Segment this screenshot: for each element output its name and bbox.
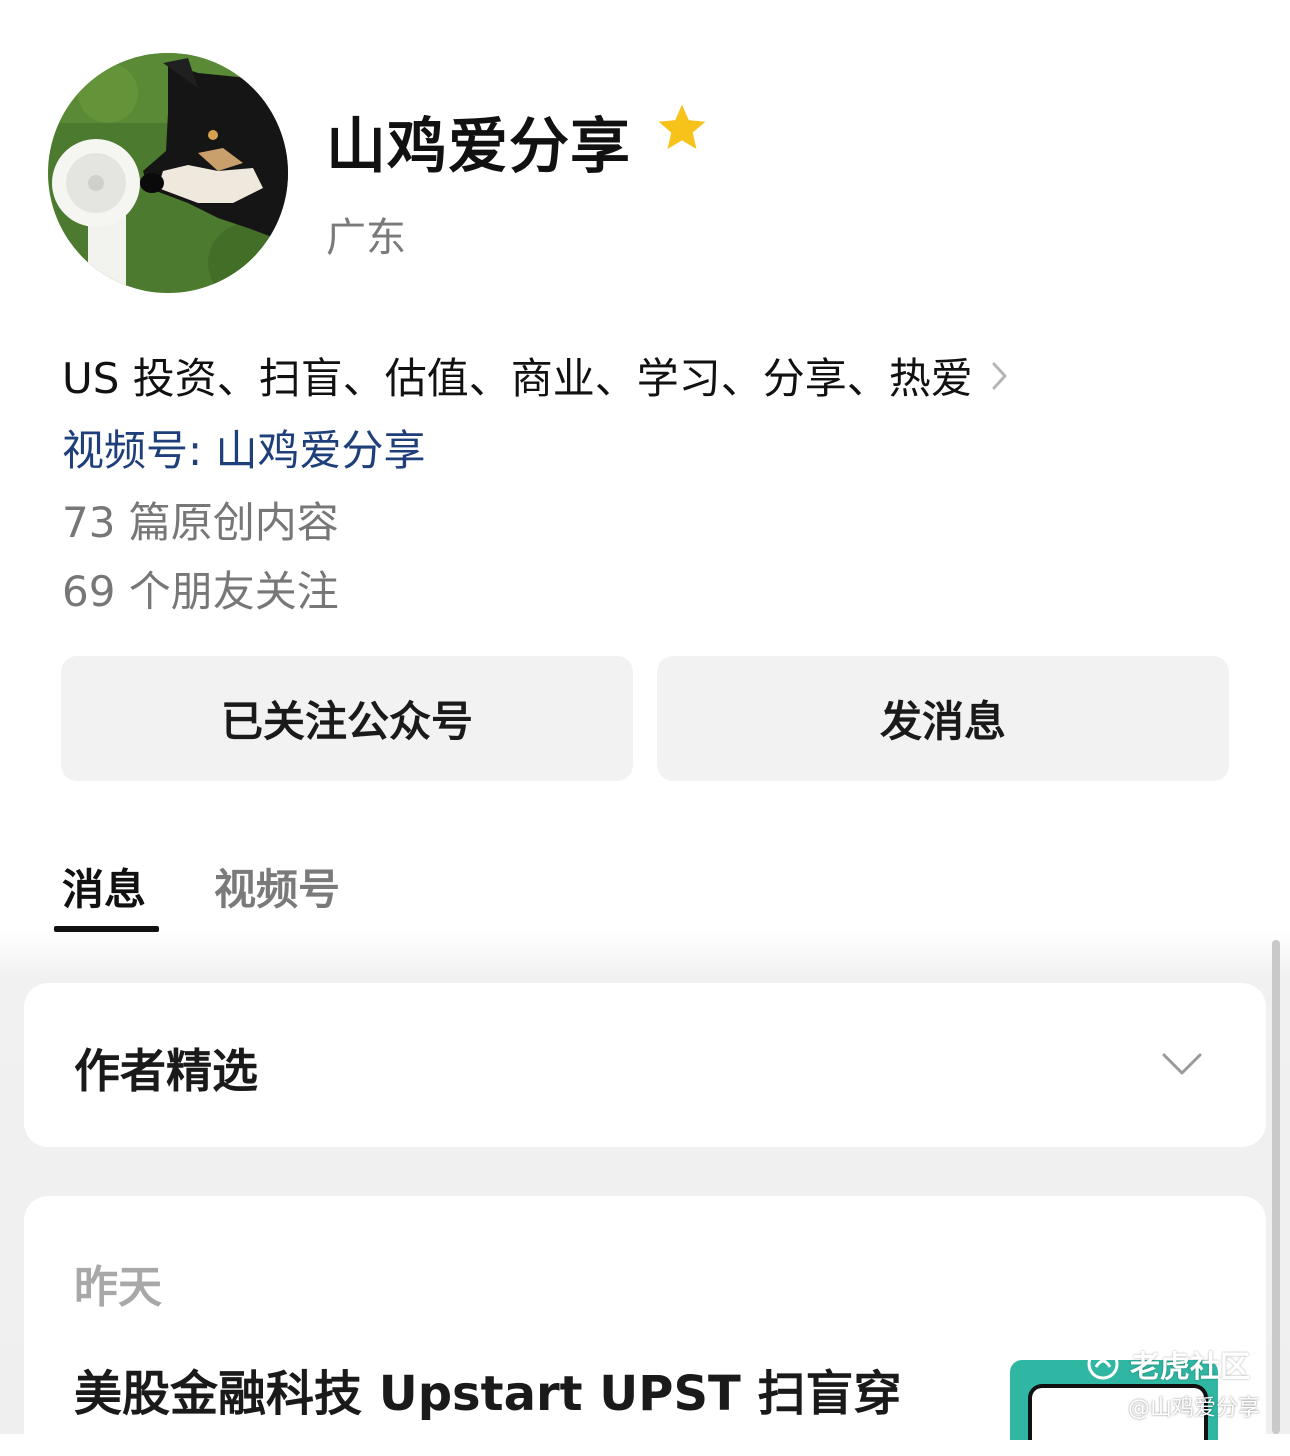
active-tab-indicator [54, 926, 159, 932]
tiger-logo-icon [1087, 1348, 1119, 1380]
watermark-handle: @山鸡爱分享 [1128, 1396, 1261, 1421]
intro-row[interactable]: US 投资、扫盲、估值、商业、学习、分享、热爱 [62, 345, 1011, 406]
featured-title: 作者精选 [74, 1044, 258, 1098]
tab-messages[interactable]: 消息 [62, 856, 146, 917]
avatar[interactable] [48, 53, 288, 293]
followed-button[interactable]: 已关注公众号 [61, 656, 633, 781]
date-label: 昨天 [74, 1262, 162, 1313]
featured-card[interactable]: 作者精选 [24, 983, 1266, 1147]
watermark-brand: 老虎社区 [1086, 1342, 1250, 1386]
chevron-down-icon[interactable] [1160, 1049, 1204, 1079]
original-count[interactable]: 73 篇原创内容 [62, 489, 339, 550]
watermark-brand-text: 老虎社区 [1130, 1350, 1250, 1385]
tab-channels[interactable]: 视频号 [214, 856, 340, 917]
star-icon[interactable] [654, 100, 710, 156]
scrollbar[interactable] [1272, 940, 1280, 1434]
intro-text: US 投资、扫盲、估值、商业、学习、分享、热爱 [62, 354, 973, 403]
channel-link[interactable]: 视频号: 山鸡爱分享 [62, 417, 426, 478]
send-message-button[interactable]: 发消息 [657, 656, 1229, 781]
feed-card: 昨天 美股金融科技 Upstart UPST 扫盲穿 [24, 1196, 1266, 1456]
region-label: 广东 [326, 215, 406, 261]
chevron-right-icon [992, 362, 1007, 389]
account-name: 山鸡爱分享 [326, 112, 631, 182]
friends-following[interactable]: 69 个朋友关注 [62, 558, 339, 619]
article-title[interactable]: 美股金融科技 Upstart UPST 扫盲穿 [74, 1354, 974, 1424]
